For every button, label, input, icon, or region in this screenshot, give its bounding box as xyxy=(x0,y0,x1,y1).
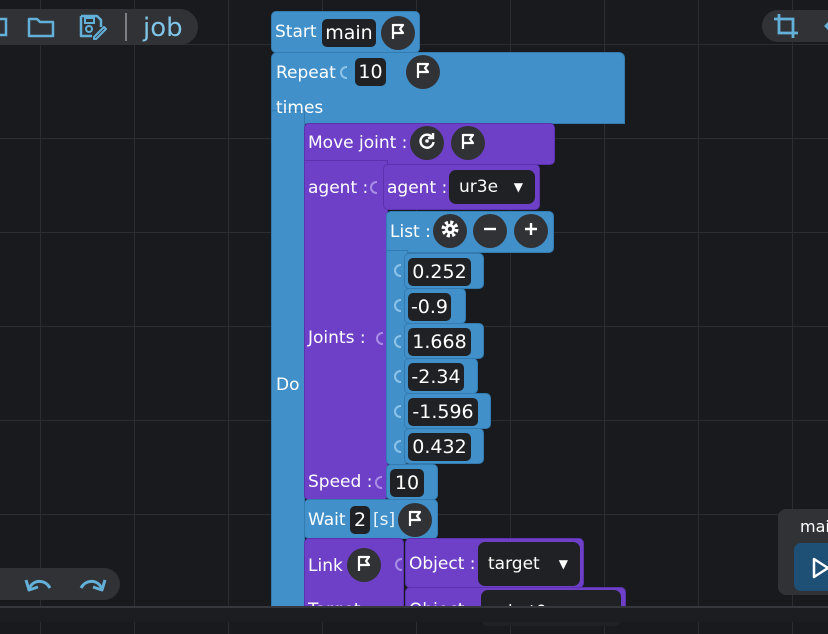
repeat-label: Repeat xyxy=(276,63,336,83)
joint-connector xyxy=(394,370,401,383)
wait-value-field[interactable]: 2 xyxy=(350,506,370,534)
horizontal-scrollbar[interactable] xyxy=(0,606,828,622)
agent-inner-label: agent : xyxy=(387,178,448,198)
agent-dropdown-value: ur3e xyxy=(459,177,499,197)
repeat-do-label: Do xyxy=(276,375,300,395)
list-remove-button[interactable] xyxy=(473,214,507,248)
joint-connector xyxy=(394,264,401,277)
joint-value-block[interactable]: -1.596 xyxy=(404,393,491,429)
joint-value-block[interactable]: 0.432 xyxy=(404,428,484,464)
repeat-times-label: times xyxy=(276,98,324,118)
arrow-icon[interactable] xyxy=(820,12,828,40)
repeat-count-field[interactable]: 10 xyxy=(355,58,386,86)
joint-value-block[interactable]: -0.9 xyxy=(404,288,466,324)
play-button[interactable] xyxy=(794,543,828,591)
panel-title: mai xyxy=(800,517,828,536)
speed-connector xyxy=(375,476,382,489)
speed-value-field[interactable]: 10 xyxy=(390,469,424,497)
view-toolbar xyxy=(762,10,828,42)
program-panel: mai xyxy=(778,509,828,595)
chevron-down-icon: ▼ xyxy=(558,557,568,571)
start-block[interactable]: Start main xyxy=(271,11,420,53)
job-name-label[interactable]: job xyxy=(143,14,183,42)
flag-icon xyxy=(407,509,423,531)
move-joint-reload-button[interactable] xyxy=(410,126,444,160)
move-joint-flag-button[interactable] xyxy=(451,126,485,160)
save-edit-icon[interactable] xyxy=(78,13,108,41)
move-joint-agent-label: agent : xyxy=(308,178,369,198)
folder-open-icon[interactable] xyxy=(0,14,14,40)
link-flag-button[interactable] xyxy=(347,548,381,582)
undo-icon[interactable] xyxy=(22,571,56,597)
flag-icon xyxy=(460,132,476,154)
joint-value-block[interactable]: -2.34 xyxy=(404,358,478,394)
joints-connector xyxy=(376,332,383,345)
history-toolbar xyxy=(0,568,120,600)
joint-connector xyxy=(394,440,401,453)
flag-icon xyxy=(356,554,372,576)
joint-value-field[interactable]: -1.596 xyxy=(408,398,478,426)
agent-dropdown[interactable]: ur3e ▼ xyxy=(449,170,535,204)
object-dropdown-value: target xyxy=(488,554,540,574)
joint-value-field[interactable]: -0.9 xyxy=(408,293,451,321)
redo-icon[interactable] xyxy=(75,571,109,597)
minus-icon xyxy=(482,221,498,241)
object-dropdown[interactable]: target ▼ xyxy=(478,542,580,586)
list-label: List : xyxy=(390,222,431,242)
start-flag-button[interactable] xyxy=(381,16,415,50)
joint-connector xyxy=(394,405,401,418)
joint-value-field[interactable]: 1.668 xyxy=(408,328,471,356)
flag-icon xyxy=(390,22,406,44)
wait-block[interactable]: Wait 2 [s] xyxy=(304,499,438,539)
object-label: Object : xyxy=(409,554,476,574)
list-add-button[interactable] xyxy=(514,214,548,248)
toolbar-separator xyxy=(125,13,127,41)
speed-label: Speed : xyxy=(308,472,373,492)
joint-connector xyxy=(394,335,401,348)
link-label: Link xyxy=(308,556,343,576)
object-block[interactable]: Object : target ▼ xyxy=(405,538,584,588)
play-icon xyxy=(812,557,828,583)
start-label: Start xyxy=(275,22,317,42)
agent-block[interactable]: agent : ur3e ▼ xyxy=(383,164,540,210)
joint-value-block[interactable]: 1.668 xyxy=(404,323,484,359)
move-joint-joints-label: Joints : xyxy=(308,328,366,348)
start-name-field[interactable]: main xyxy=(322,19,376,47)
agent-connector xyxy=(370,181,377,194)
move-joint-label: Move joint : xyxy=(308,133,408,153)
speed-value-block[interactable]: 10 xyxy=(386,464,438,500)
folder-icon[interactable] xyxy=(26,14,56,40)
wait-unit-label: [s] xyxy=(373,510,396,530)
joint-value-field[interactable]: -2.34 xyxy=(408,363,464,391)
gear-icon xyxy=(440,219,460,243)
joint-value-field[interactable]: 0.432 xyxy=(408,433,471,461)
repeat-block-spine xyxy=(271,110,305,610)
repeat-count-connector xyxy=(340,66,347,79)
wait-flag-button[interactable] xyxy=(398,503,432,537)
flag-icon xyxy=(415,61,431,83)
plus-icon xyxy=(523,221,539,241)
repeat-flag-button[interactable] xyxy=(406,55,440,89)
chevron-down-icon: ▼ xyxy=(513,180,523,194)
joint-connector xyxy=(394,299,401,312)
joint-value-field[interactable]: 0.252 xyxy=(408,258,471,286)
file-toolbar: job xyxy=(0,9,198,45)
reload-icon xyxy=(418,132,436,154)
wait-label: Wait xyxy=(308,510,346,530)
object-connector xyxy=(395,558,402,571)
joint-value-block[interactable]: 0.252 xyxy=(404,253,484,289)
list-settings-button[interactable] xyxy=(433,214,467,248)
crop-icon[interactable] xyxy=(772,12,800,40)
